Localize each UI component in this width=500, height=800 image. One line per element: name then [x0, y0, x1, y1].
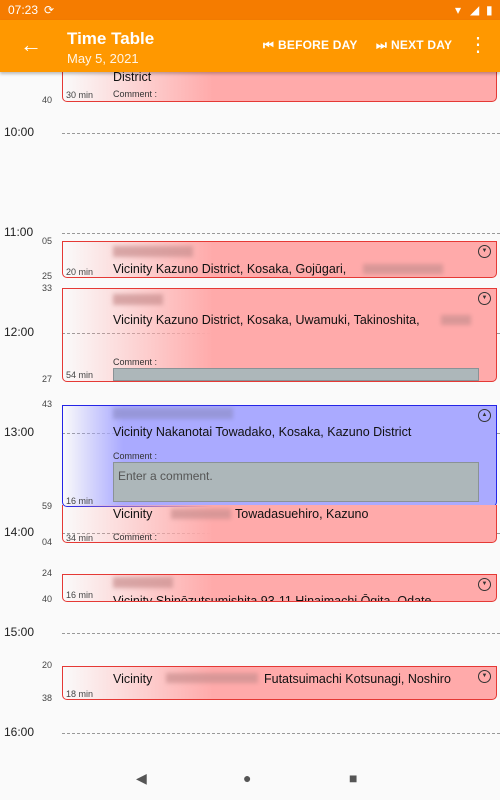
- expand-icon[interactable]: ▼: [478, 578, 491, 591]
- event-duration: 54 min: [66, 370, 94, 380]
- minute-label: 59: [42, 501, 53, 511]
- event-duration: 30 min: [66, 90, 94, 100]
- comment-field[interactable]: [113, 368, 479, 381]
- event-address: Vicinity Nakanotai Towadako, Kosaka, Kaz…: [113, 425, 412, 439]
- event-card[interactable]: ▼ Vicinity Kazuno District, Kosaka, Uwam…: [62, 288, 497, 382]
- event-address-start: Vicinity: [113, 672, 153, 686]
- battery-icon: ▮: [486, 3, 493, 17]
- event-address: District: [113, 72, 152, 84]
- minute-label: 38: [42, 693, 53, 703]
- nav-home-icon[interactable]: ●: [243, 770, 251, 786]
- event-card[interactable]: ▼ Vicinity Kazuno District, Kosaka, Gojū…: [62, 241, 497, 278]
- comment-placeholder: Enter a comment.: [118, 469, 213, 483]
- event-duration: 18 min: [66, 689, 94, 699]
- page-subtitle-date: May 5, 2021: [67, 51, 139, 66]
- redacted-address: [171, 509, 231, 519]
- next-day-label: NEXT DAY: [391, 38, 453, 52]
- minute-label: 04: [42, 537, 53, 547]
- nav-recents-icon[interactable]: ■: [349, 770, 357, 786]
- event-address: Vicinity Shinōzutsumishita 93-11 Hinaima…: [113, 594, 432, 602]
- page-title: Time Table: [67, 29, 155, 48]
- event-address: Vicinity Kazuno District, Kosaka, Gojūga…: [113, 262, 347, 276]
- arrow-back-icon[interactable]: ←: [20, 32, 42, 58]
- event-card[interactable]: District Comment :: [62, 72, 497, 102]
- hour-line: [62, 733, 500, 734]
- hour-label: 15:00: [4, 625, 35, 639]
- event-address-end: Futatsuimachi Kotsunagi, Noshiro: [264, 672, 451, 686]
- hour-label: 13:00: [4, 425, 35, 439]
- comment-label: Comment :: [113, 532, 158, 542]
- collapse-icon[interactable]: ▲: [478, 409, 491, 422]
- event-card[interactable]: ▼ Vicinity Shinōzutsumishita 93-11 Hinai…: [62, 574, 497, 602]
- sync-icon: ⟳: [44, 3, 55, 17]
- comment-input[interactable]: Enter a comment.: [113, 462, 479, 502]
- minute-label: 20: [42, 660, 53, 670]
- redacted-name: [113, 577, 173, 588]
- event-address-end: Towadasuehiro, Kazuno: [235, 507, 369, 521]
- event-address-start: Vicinity: [113, 507, 153, 521]
- status-bar: 07:23 ⟳ ▾ ◢ ▮: [0, 0, 500, 20]
- minute-label: 05: [42, 236, 53, 246]
- redacted-address: [166, 673, 258, 683]
- more-vert-icon[interactable]: ⋮: [468, 32, 488, 58]
- hour-label: 11:00: [4, 225, 34, 239]
- event-duration: 20 min: [66, 267, 94, 277]
- event-duration: 16 min: [66, 590, 94, 600]
- before-day-button[interactable]: ⏮ BEFORE DAY: [263, 38, 358, 53]
- comment-label: Comment :: [113, 89, 158, 99]
- comment-label: Comment :: [113, 357, 158, 367]
- event-duration: 34 min: [66, 533, 94, 543]
- event-card[interactable]: Vicinity Towadasuehiro, Kazuno Comment :: [62, 505, 497, 543]
- expand-icon[interactable]: ▼: [478, 245, 491, 258]
- hour-label: 10:00: [4, 125, 35, 139]
- minute-label: 25: [42, 271, 53, 281]
- app-bar: ← Time Table May 5, 2021 ⏮ BEFORE DAY ⏭ NE…: [0, 20, 500, 72]
- skip-previous-icon: ⏮: [263, 38, 275, 52]
- minute-label: 40: [42, 594, 53, 604]
- status-time: 07:23: [8, 3, 39, 17]
- hour-line: [62, 633, 500, 634]
- minute-label: 27: [42, 374, 53, 384]
- hour-label: 16:00: [4, 725, 35, 739]
- nav-back-icon[interactable]: ◀: [136, 770, 147, 787]
- before-day-label: BEFORE DAY: [278, 38, 358, 52]
- event-card-selected[interactable]: ▲ Vicinity Nakanotai Towadako, Kosaka, K…: [62, 405, 497, 507]
- redacted-name: [113, 294, 163, 305]
- hour-label: 14:00: [4, 525, 35, 539]
- signal-icon: ◢: [470, 3, 480, 17]
- comment-label: Comment :: [113, 451, 158, 461]
- minute-label: 43: [42, 399, 53, 409]
- expand-icon[interactable]: ▼: [478, 292, 491, 305]
- wifi-icon: ▾: [455, 3, 462, 17]
- timeline[interactable]: 10:00 11:00 12:00 13:00 14:00 15:00 16:0…: [0, 72, 500, 760]
- expand-icon[interactable]: ▼: [478, 670, 491, 683]
- redacted-address: [441, 315, 471, 325]
- hour-label: 12:00: [4, 325, 35, 339]
- minute-label: 40: [42, 95, 53, 105]
- hour-line: [62, 133, 500, 134]
- redacted-name: [113, 408, 233, 419]
- next-day-button[interactable]: ⏭ NEXT DAY: [376, 38, 452, 53]
- event-address: Vicinity Kazuno District, Kosaka, Uwamuk…: [113, 313, 420, 327]
- event-card[interactable]: ▼ Vicinity Futatsuimachi Kotsunagi, Nosh…: [62, 666, 497, 700]
- navigation-bar: ◀ ● ■: [0, 760, 500, 800]
- redacted-address: [363, 264, 443, 274]
- skip-next-icon: ⏭: [376, 38, 388, 52]
- redacted-name: [113, 246, 193, 257]
- minute-label: 33: [42, 283, 53, 293]
- minute-label: 24: [42, 568, 53, 578]
- hour-line: [62, 233, 500, 234]
